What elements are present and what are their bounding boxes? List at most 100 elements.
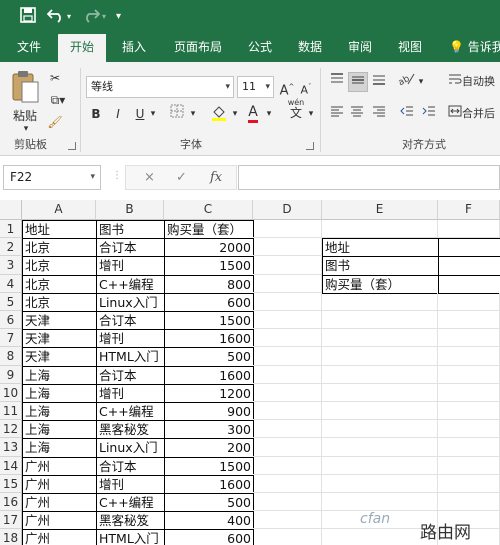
cell-e13[interactable] xyxy=(322,438,438,457)
cell-e8[interactable] xyxy=(322,347,438,366)
cell-d12[interactable] xyxy=(253,420,322,439)
merge-center-button[interactable]: 合并后 xyxy=(462,104,500,124)
cut-icon[interactable]: ✂ xyxy=(46,68,64,88)
row-header-2[interactable]: 2 xyxy=(0,238,22,257)
cell-c16[interactable]: 500 xyxy=(164,493,254,513)
cell-d16[interactable] xyxy=(253,493,322,512)
cell-c2[interactable]: 2000 xyxy=(164,238,254,258)
cell-d6[interactable] xyxy=(253,311,322,330)
cell-c18[interactable]: 600 xyxy=(164,529,254,545)
orientation-icon[interactable]: ab xyxy=(396,72,418,92)
cell-a18[interactable]: 广州 xyxy=(22,529,97,545)
bottom-align-icon[interactable] xyxy=(370,72,388,92)
cell-c13[interactable]: 200 xyxy=(164,438,254,458)
name-box[interactable]: F22 ▾ xyxy=(3,165,101,190)
cell-d8[interactable] xyxy=(253,347,322,366)
tab-review[interactable]: 审阅 xyxy=(338,34,382,62)
cell-c5[interactable]: 600 xyxy=(164,292,254,312)
cell-f10[interactable] xyxy=(438,383,500,402)
cell-f5[interactable] xyxy=(438,292,500,311)
cell-c6[interactable]: 1500 xyxy=(164,311,254,331)
cell-c3[interactable]: 1500 xyxy=(164,256,254,276)
cell-c11[interactable]: 900 xyxy=(164,402,254,422)
customize-qat-icon[interactable]: ▾ xyxy=(116,7,121,27)
row-header-8[interactable]: 8 xyxy=(0,347,22,366)
cell-b12[interactable]: 黑客秘笈 xyxy=(96,420,165,440)
column-header-e[interactable]: E xyxy=(322,200,438,220)
cell-f6[interactable] xyxy=(438,311,500,330)
select-all-corner[interactable] xyxy=(0,200,22,220)
cell-a14[interactable]: 广州 xyxy=(22,456,97,476)
column-header-d[interactable]: D xyxy=(253,200,322,220)
cell-b1[interactable]: 图书 xyxy=(96,220,165,240)
tab-data[interactable]: 数据 xyxy=(288,34,332,62)
cell-a17[interactable]: 广州 xyxy=(22,511,97,531)
clipboard-launcher-icon[interactable] xyxy=(68,142,76,150)
save-icon[interactable] xyxy=(20,7,36,28)
cell-e15[interactable] xyxy=(322,474,438,493)
cell-d4[interactable] xyxy=(253,274,322,293)
top-align-icon[interactable] xyxy=(328,72,346,92)
cell-c4[interactable]: 800 xyxy=(164,274,254,294)
fill-dropdown-icon[interactable]: ▾ xyxy=(230,104,240,124)
redo-icon[interactable] xyxy=(82,7,101,28)
cell-b9[interactable]: 合订本 xyxy=(96,365,165,385)
row-header-5[interactable]: 5 xyxy=(0,292,22,311)
cell-b18[interactable]: HTML入门 xyxy=(96,529,165,545)
cell-e1[interactable] xyxy=(322,220,438,239)
cell-d7[interactable] xyxy=(253,329,322,348)
cell-a16[interactable]: 广州 xyxy=(22,493,97,513)
cell-b5[interactable]: Linux入门 xyxy=(96,292,165,312)
row-header-13[interactable]: 13 xyxy=(0,438,22,457)
cell-e7[interactable] xyxy=(322,329,438,348)
cell-c8[interactable]: 500 xyxy=(164,347,254,367)
cell-b15[interactable]: 增刊 xyxy=(96,474,165,494)
cell-c14[interactable]: 1500 xyxy=(164,456,254,476)
row-header-9[interactable]: 9 xyxy=(0,365,22,384)
row-header-10[interactable]: 10 xyxy=(0,383,22,402)
cell-a3[interactable]: 北京 xyxy=(22,256,97,276)
cancel-icon[interactable]: × xyxy=(144,169,155,187)
cell-a8[interactable]: 天津 xyxy=(22,347,97,367)
row-header-4[interactable]: 4 xyxy=(0,274,22,293)
cell-c9[interactable]: 1600 xyxy=(164,365,254,385)
cell-d1[interactable] xyxy=(253,220,322,239)
column-header-b[interactable]: B xyxy=(96,200,164,220)
cell-b13[interactable]: Linux入门 xyxy=(96,438,165,458)
cell-f13[interactable] xyxy=(438,438,500,457)
column-header-a[interactable]: A xyxy=(22,200,96,220)
cell-e4[interactable]: 购买量（套） xyxy=(322,274,439,294)
cell-e9[interactable] xyxy=(322,365,438,384)
cell-e3[interactable]: 图书 xyxy=(322,256,439,276)
cell-f15[interactable] xyxy=(438,474,500,493)
align-center-icon[interactable] xyxy=(348,104,366,124)
middle-align-icon[interactable] xyxy=(348,72,368,92)
tab-insert[interactable]: 插入 xyxy=(112,34,156,62)
underline-dropdown-icon[interactable]: ▾ xyxy=(148,104,158,124)
cell-b8[interactable]: HTML入门 xyxy=(96,347,165,367)
increase-font-icon[interactable]: A^ xyxy=(279,77,295,98)
increase-indent-icon[interactable] xyxy=(420,104,438,124)
cell-d3[interactable] xyxy=(253,256,322,275)
decrease-font-icon[interactable]: Aˇ xyxy=(298,77,314,97)
cell-f14[interactable] xyxy=(438,456,500,475)
fill-color-icon[interactable] xyxy=(210,104,228,124)
tab-formulas[interactable]: 公式 xyxy=(238,34,282,62)
copy-icon[interactable]: ⧉▾ xyxy=(46,90,70,110)
cell-b2[interactable]: 合订本 xyxy=(96,238,165,258)
paste-button[interactable]: 粘贴 xyxy=(8,106,42,126)
paste-dropdown-icon[interactable]: ▾ xyxy=(20,124,32,134)
cell-e2[interactable]: 地址 xyxy=(322,238,439,258)
row-header-3[interactable]: 3 xyxy=(0,256,22,275)
cell-f11[interactable] xyxy=(438,402,500,421)
wrap-text-button[interactable]: 自动换 xyxy=(462,72,500,92)
row-header-14[interactable]: 14 xyxy=(0,456,22,475)
cell-e12[interactable] xyxy=(322,420,438,439)
row-header-11[interactable]: 11 xyxy=(0,402,22,421)
font-color-dropdown-icon[interactable]: ▾ xyxy=(264,104,274,124)
tab-page-layout[interactable]: 页面布局 xyxy=(164,34,232,62)
cell-d10[interactable] xyxy=(253,383,322,402)
cell-b10[interactable]: 增刊 xyxy=(96,383,165,403)
cell-d17[interactable] xyxy=(253,511,322,530)
borders-icon[interactable] xyxy=(168,104,186,124)
